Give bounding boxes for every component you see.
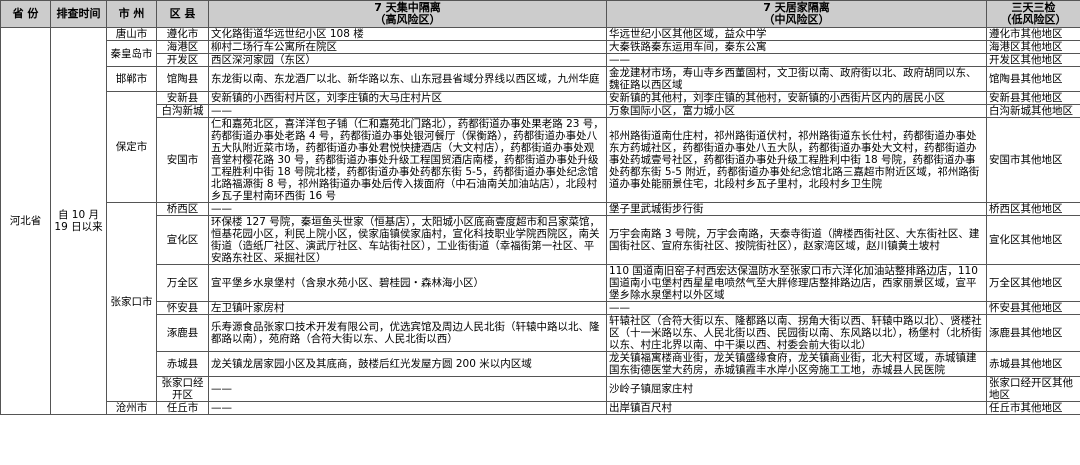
county-cell: 桥西区 [156,202,209,216]
mid-risk-cell: 轩辕社区（合符大街以东、隆都路以南、拐角大街以西、轩辕中路以北）、贤楼社区（十一… [606,314,987,352]
low-risk-cell: 桥西区其他地区 [986,202,1080,216]
header-high-risk: 7 天集中隔离 （高风险区） [208,0,607,28]
high-risk-cell: 东龙街以南、东龙酒厂以北、新华路以东、山东冠县省域分界线以西区域，九州华庭 [208,66,607,92]
low-risk-cell: 万全区其他地区 [986,264,1080,302]
county-cell: 遵化市 [156,27,209,41]
high-risk-cell: —— [208,202,607,216]
county-cell: 宣化区 [156,215,209,265]
county-cell: 赤城县 [156,351,209,377]
high-risk-cell: 文化路街道华远世纪小区 108 楼 [208,27,607,41]
high-risk-cell: —— [208,401,607,415]
county-cell: 开发区 [156,53,209,67]
table-row: 张家口经开区 —— 沙岭子镇屈家庄村 张家口经开区其他地区 [1,376,1080,402]
high-risk-cell: 宣平堡乡水泉堡村（含泉水苑小区、碧桂园・森林海小区） [208,264,607,302]
high-risk-cell: 龙关镇龙居家园小区及其底商，鼓楼后红光发屋方圆 200 米以内区域 [208,351,607,377]
high-risk-cell: 左卫镇叶家房村 [208,301,607,315]
low-risk-cell: 海港区其他地区 [986,40,1080,54]
low-risk-cell: 任丘市其他地区 [986,401,1080,415]
table-row: 张家口市 桥西区 —— 堡子里武城街步行街 桥西区其他地区 [1,202,1080,402]
low-risk-cell: 安新县其他地区 [986,91,1080,105]
county-cell: 白沟新城 [156,104,209,118]
table-row: 赤城县 龙关镇龙居家园小区及其底商，鼓楼后红光发屋方圆 200 米以内区域 龙关… [1,351,1080,377]
table-row: 白沟新城 —— 万象国际小区，富力城小区 白沟新城其他地区 [1,104,1080,118]
table-row: 邯郸市 馆陶县 东龙街以南、东龙酒厂以北、新华路以东、山东冠县省域分界线以西区域… [1,66,1080,92]
table-header-row: 省 份 排查时间 市 州 区 县 7 天集中隔离 （高风险区） 7 天居家隔离 （中… [0,0,1080,28]
mid-risk-cell: —— [606,301,987,315]
low-risk-cell: 张家口经开区其他地区 [986,376,1080,402]
mid-risk-cell: 金龙建材市场，寿山寺乡西董固村，文卫街以南、政府街以北、政府胡同以东、魏征路以西… [606,66,987,92]
county-cell: 馆陶县 [156,66,209,92]
low-risk-cell: 赤城县其他地区 [986,351,1080,377]
mid-risk-cell: 祁州路街道南仕庄村，祁州路街道伏村，祁州路街道东长仕村，药都街道办事处东方药城社… [606,117,987,203]
city-cell: 沧州市 [106,401,157,415]
low-risk-cell: 涿鹿县其他地区 [986,314,1080,352]
city-cell: 张家口市 [106,202,157,402]
mid-risk-cell: 万宇会南路 3 号院，万宇会南路，天泰寺街道（牌楼西街社区、大东街社区、建国街社… [606,215,987,265]
county-cell: 怀安县 [156,301,209,315]
low-risk-cell: 开发区其他地区 [986,53,1080,67]
low-risk-cell: 遵化市其他地区 [986,27,1080,41]
header-province: 省 份 [0,0,51,28]
low-risk-cell: 白沟新城其他地区 [986,104,1080,118]
low-risk-cell: 宣化区其他地区 [986,215,1080,265]
table-row: 宣化区 环保楼 127 号院，秦垣鱼头世家（恒基店），太阳城小区底商壹度超市和吕… [1,215,1080,265]
county-cell: 安国市 [156,117,209,203]
high-risk-cell: 乐寿源食品张家口技术开发有限公司，优选宾馆及周边人民北街（轩辕中路以北、隆都路以… [208,314,607,352]
low-risk-cell: 馆陶县其他地区 [986,66,1080,92]
city-cell: 邯郸市 [106,66,157,92]
high-risk-cell: 安新镇的小西街村片区，刘李庄镇的大马庄村片区 [208,91,607,105]
table-row: 安国市 仁和嘉苑北区，喜洋洋包子铺（仁和嘉苑北门路北），药都街道办事处果老路 2… [1,117,1080,203]
table-row: 秦皇岛市 海港区 柳村二场行车公寓所在院区 大秦铁路秦东运用车间，秦东公寓 海港… [1,40,1080,67]
mid-risk-cell: 堡子里武城街步行街 [606,202,987,216]
county-cell: 万全区 [156,264,209,302]
county-cell: 安新县 [156,91,209,105]
header-county: 区 县 [156,0,209,28]
mid-risk-cell: 龙关镇福寓楼商业街，龙关镇盛缘食府，龙关镇商业街，北大村区域，赤城镇建国东街德医… [606,351,987,377]
table-row: 沧州市 任丘市 —— 出岸镇百尺村 任丘市其他地区 [1,401,1080,415]
header-city: 市 州 [106,0,157,28]
county-cell: 涿鹿县 [156,314,209,352]
mid-risk-cell: 万象国际小区，富力城小区 [606,104,987,118]
mid-risk-cell: 出岸镇百尺村 [606,401,987,415]
high-risk-cell: 仁和嘉苑北区，喜洋洋包子铺（仁和嘉苑北门路北），药都街道办事处果老路 23 号，… [208,117,607,203]
header-mid-risk: 7 天居家隔离 （中风险区） [606,0,987,28]
table-row: 涿鹿县 乐寿源食品张家口技术开发有限公司，优选宾馆及周边人民北街（轩辕中路以北、… [1,314,1080,352]
high-risk-cell: 柳村二场行车公寓所在院区 [208,40,607,54]
mid-risk-cell: 华远世纪小区其他区域，益众中学 [606,27,987,41]
mid-risk-cell: 沙岭子镇屈家庄村 [606,376,987,402]
mid-risk-cell: —— [606,53,987,67]
province-cell: 河北省 [0,27,51,415]
date-cell: 自 10 月 19 日以来 [50,27,107,415]
county-cell: 张家口经开区 [156,376,209,402]
low-risk-cell: 怀安县其他地区 [986,301,1080,315]
table-row: 万全区 宣平堡乡水泉堡村（含泉水苑小区、碧桂园・森林海小区） 110 国道南旧窑… [1,264,1080,302]
header-low-risk: 三天三检 （低风险区） [986,0,1080,28]
high-risk-cell: —— [208,376,607,402]
mid-risk-cell: 大秦铁路秦东运用车间，秦东公寓 [606,40,987,54]
mid-risk-cell: 安新镇的其他村，刘李庄镇的其他村，安新镇的小西街片区内的居民小区 [606,91,987,105]
city-cell: 秦皇岛市 [106,40,157,67]
county-cell: 海港区 [156,40,209,54]
table-row: 河北省 自 10 月 19 日以来 唐山市 遵化市 文化路街道华远世纪小区 10… [0,27,1080,415]
table-row: 开发区 西区深河家园（东区） —— 开发区其他地区 [1,53,1080,67]
header-date: 排查时间 [50,0,107,28]
table-row: 保定市 安新县 安新镇的小西街村片区，刘李庄镇的大马庄村片区 安新镇的其他村，刘… [1,91,1080,203]
high-risk-cell: 西区深河家园（东区） [208,53,607,67]
city-cell: 唐山市 [106,27,157,41]
low-risk-cell: 安国市其他地区 [986,117,1080,203]
county-cell: 任丘市 [156,401,209,415]
high-risk-cell: 环保楼 127 号院，秦垣鱼头世家（恒基店），太阳城小区底商壹度超市和吕家菜馆，… [208,215,607,265]
city-cell: 保定市 [106,91,157,203]
high-risk-cell: —— [208,104,607,118]
table-row: 怀安县 左卫镇叶家房村 —— 怀安县其他地区 [1,301,1080,315]
risk-area-table: 省 份 排查时间 市 州 区 县 7 天集中隔离 （高风险区） 7 天居家隔离 （中… [0,0,1080,415]
mid-risk-cell: 110 国道南旧窑子村西宏达保温防水至张家口市六洋化加油站整排路边店，110 国… [606,264,987,302]
